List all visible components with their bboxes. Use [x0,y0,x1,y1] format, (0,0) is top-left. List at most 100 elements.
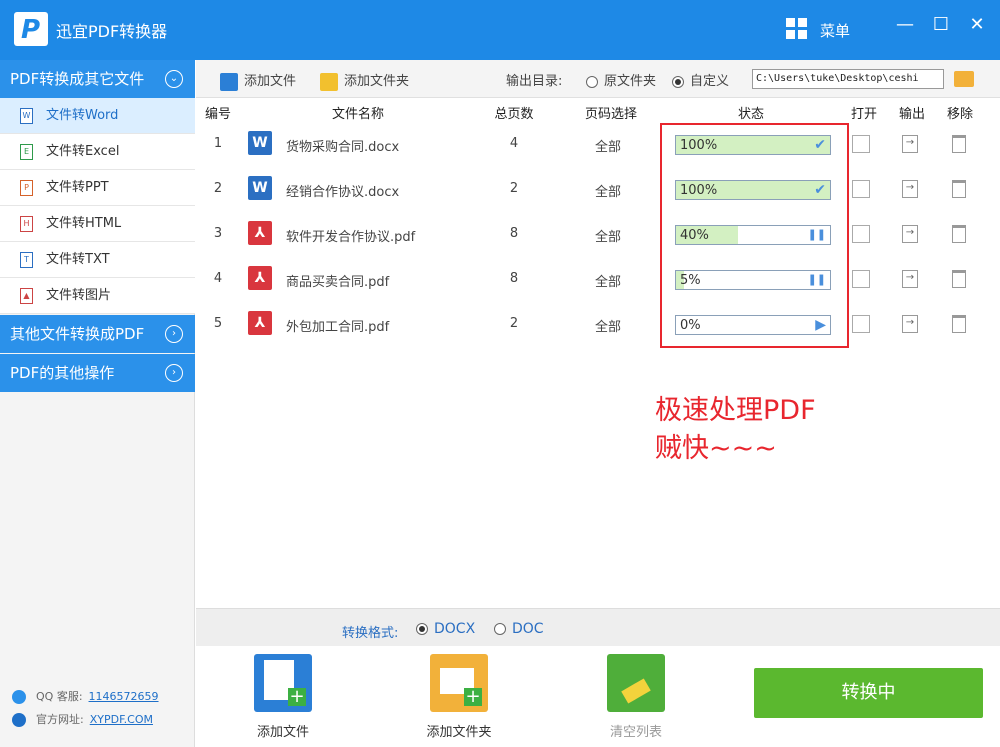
file-name: 货物采购合同.docx [286,140,400,155]
file-name: 经销合作协议.docx [286,185,400,200]
output-dir-label: 输出目录: [506,74,563,89]
category-other-to-pdf[interactable]: 其他文件转换成PDF › [0,315,195,353]
sidebar-item-to-excel[interactable]: E 文件转Excel [0,134,195,170]
header-remove: 移除 [946,107,973,122]
table-row[interactable]: 3 ⅄ 软件开发合作协议.pdf 8 全部 40% ❚❚ → [196,212,1000,257]
sidebar-item-to-image[interactable]: ▲ 文件转图片 [0,278,195,314]
chevron-down-icon: ⌄ [165,70,183,88]
qq-support: QQ 客服: 1146572659 [12,688,159,704]
radio-selected-icon [672,75,684,88]
add-file-label[interactable]: 添加文件 [233,721,333,740]
add-file-icon [220,72,238,91]
bottom-actions: + 添加文件 + 添加文件夹 清空列表 转换中 [196,646,1000,747]
clear-list-label[interactable]: 清空列表 [586,721,686,740]
open-external-icon[interactable] [852,180,870,198]
category-pdf-to-other[interactable]: PDF转换成其它文件 ⌄ [0,60,195,98]
open-external-icon[interactable] [852,135,870,153]
open-external-icon[interactable] [852,225,870,243]
txt-file-icon: T [20,252,33,268]
add-folder-icon [320,72,338,91]
radio-docx[interactable]: DOCX [416,621,475,637]
trash-icon[interactable] [952,315,966,333]
radio-selected-icon [416,623,428,635]
sidebar-item-to-txt[interactable]: T 文件转TXT [0,242,195,278]
word-doc-icon: W [248,131,272,155]
table-row[interactable]: 5 ⅄ 外包加工合同.pdf 2 全部 0% ▶ → [196,302,1000,347]
ppt-file-icon: P [20,180,33,196]
header-status: 状态 [737,107,764,122]
trash-icon[interactable] [952,180,966,198]
radio-custom-folder[interactable]: 自定义 [672,70,729,89]
annotation-text-line2: 贼快~~~ [655,433,777,464]
image-file-icon: ▲ [20,288,33,304]
format-label: 转换格式: [342,626,399,641]
export-icon[interactable]: → [902,315,918,333]
category-pdf-other-ops[interactable]: PDF的其他操作 › [0,354,195,392]
header-pages: 总页数 [494,107,534,122]
add-file-large-icon[interactable]: + [254,654,312,712]
chevron-right-icon: › [165,364,183,382]
radio-icon [494,623,506,635]
radio-icon [586,75,598,88]
ie-browser-icon [12,713,26,727]
maximize-button[interactable]: ☐ [930,14,952,36]
file-name: 软件开发合作协议.pdf [286,230,416,245]
header-open: 打开 [850,107,877,122]
page-range[interactable]: 全部 [588,271,628,290]
page-range[interactable]: 全部 [588,316,628,335]
sidebar: PDF转换成其它文件 ⌄ W 文件转Word E 文件转Excel P 文件转P… [0,60,195,747]
toolbar-add-folder-button[interactable]: 添加文件夹 [320,70,409,91]
header-num: 编号 [204,107,231,122]
page-range[interactable]: 全部 [588,226,628,245]
sidebar-item-to-word[interactable]: W 文件转Word [0,98,195,134]
excel-file-icon: E [20,144,33,160]
table-row[interactable]: 1 W 货物采购合同.docx 4 全部 100% ✔ → [196,122,1000,167]
open-external-icon[interactable] [852,315,870,333]
annotation-text-line1: 极速处理PDF [655,395,816,426]
format-bar: 转换格式: DOCX DOC [196,608,1000,646]
minimize-button[interactable]: — [894,14,916,36]
radio-doc[interactable]: DOC [494,621,544,637]
annotation-highlight-box [660,123,849,348]
app-logo: P [14,12,48,46]
output-path-input[interactable]: C:\Users\tuke\Desktop\ceshi [752,69,944,89]
export-icon[interactable]: → [902,270,918,288]
convert-button[interactable]: 转换中 [754,668,983,718]
toolbar: 添加文件 添加文件夹 输出目录: 原文件夹 自定义 C:\Users\tuke\… [196,60,1000,98]
page-range[interactable]: 全部 [588,181,628,200]
website-link[interactable]: XYPDF.COM [90,713,153,726]
file-name: 商品买卖合同.pdf [286,275,390,290]
file-name: 外包加工合同.pdf [286,320,390,335]
menu-button[interactable]: 菜单 [820,20,850,41]
trash-icon[interactable] [952,225,966,243]
sidebar-item-to-ppt[interactable]: P 文件转PPT [0,170,195,206]
export-icon[interactable]: → [902,225,918,243]
qq-icon [12,690,26,704]
pdf-doc-icon: ⅄ [248,221,272,245]
menu-grid-icon[interactable] [786,18,808,40]
radio-original-folder[interactable]: 原文件夹 [586,70,656,89]
trash-icon[interactable] [952,270,966,288]
toolbar-add-file-button[interactable]: 添加文件 [220,70,296,91]
add-folder-large-icon[interactable]: + [430,654,488,712]
page-range[interactable]: 全部 [588,136,628,155]
export-icon[interactable]: → [902,135,918,153]
trash-icon[interactable] [952,135,966,153]
pdf-doc-icon: ⅄ [248,311,272,335]
open-external-icon[interactable] [852,270,870,288]
chevron-right-icon: › [165,325,183,343]
pdf-doc-icon: ⅄ [248,266,272,290]
header-name: 文件名称 [331,107,384,122]
add-folder-label[interactable]: 添加文件夹 [409,721,509,740]
close-button[interactable]: ✕ [966,14,988,36]
browse-folder-icon[interactable] [954,71,974,87]
export-icon[interactable]: → [902,180,918,198]
word-doc-icon: W [248,176,272,200]
table-row[interactable]: 2 W 经销合作协议.docx 2 全部 100% ✔ → [196,167,1000,212]
sidebar-item-to-html[interactable]: H 文件转HTML [0,206,195,242]
table-row[interactable]: 4 ⅄ 商品买卖合同.pdf 8 全部 5% ❚❚ → [196,257,1000,302]
table-header: 编号 文件名称 总页数 页码选择 状态 打开 输出 移除 [196,100,1000,122]
qq-support-link[interactable]: 1146572659 [89,690,159,703]
clear-list-broom-icon[interactable] [607,654,665,712]
title-bar: P 迅宜PDF转换器 菜单 — ☐ ✕ [0,0,1000,60]
